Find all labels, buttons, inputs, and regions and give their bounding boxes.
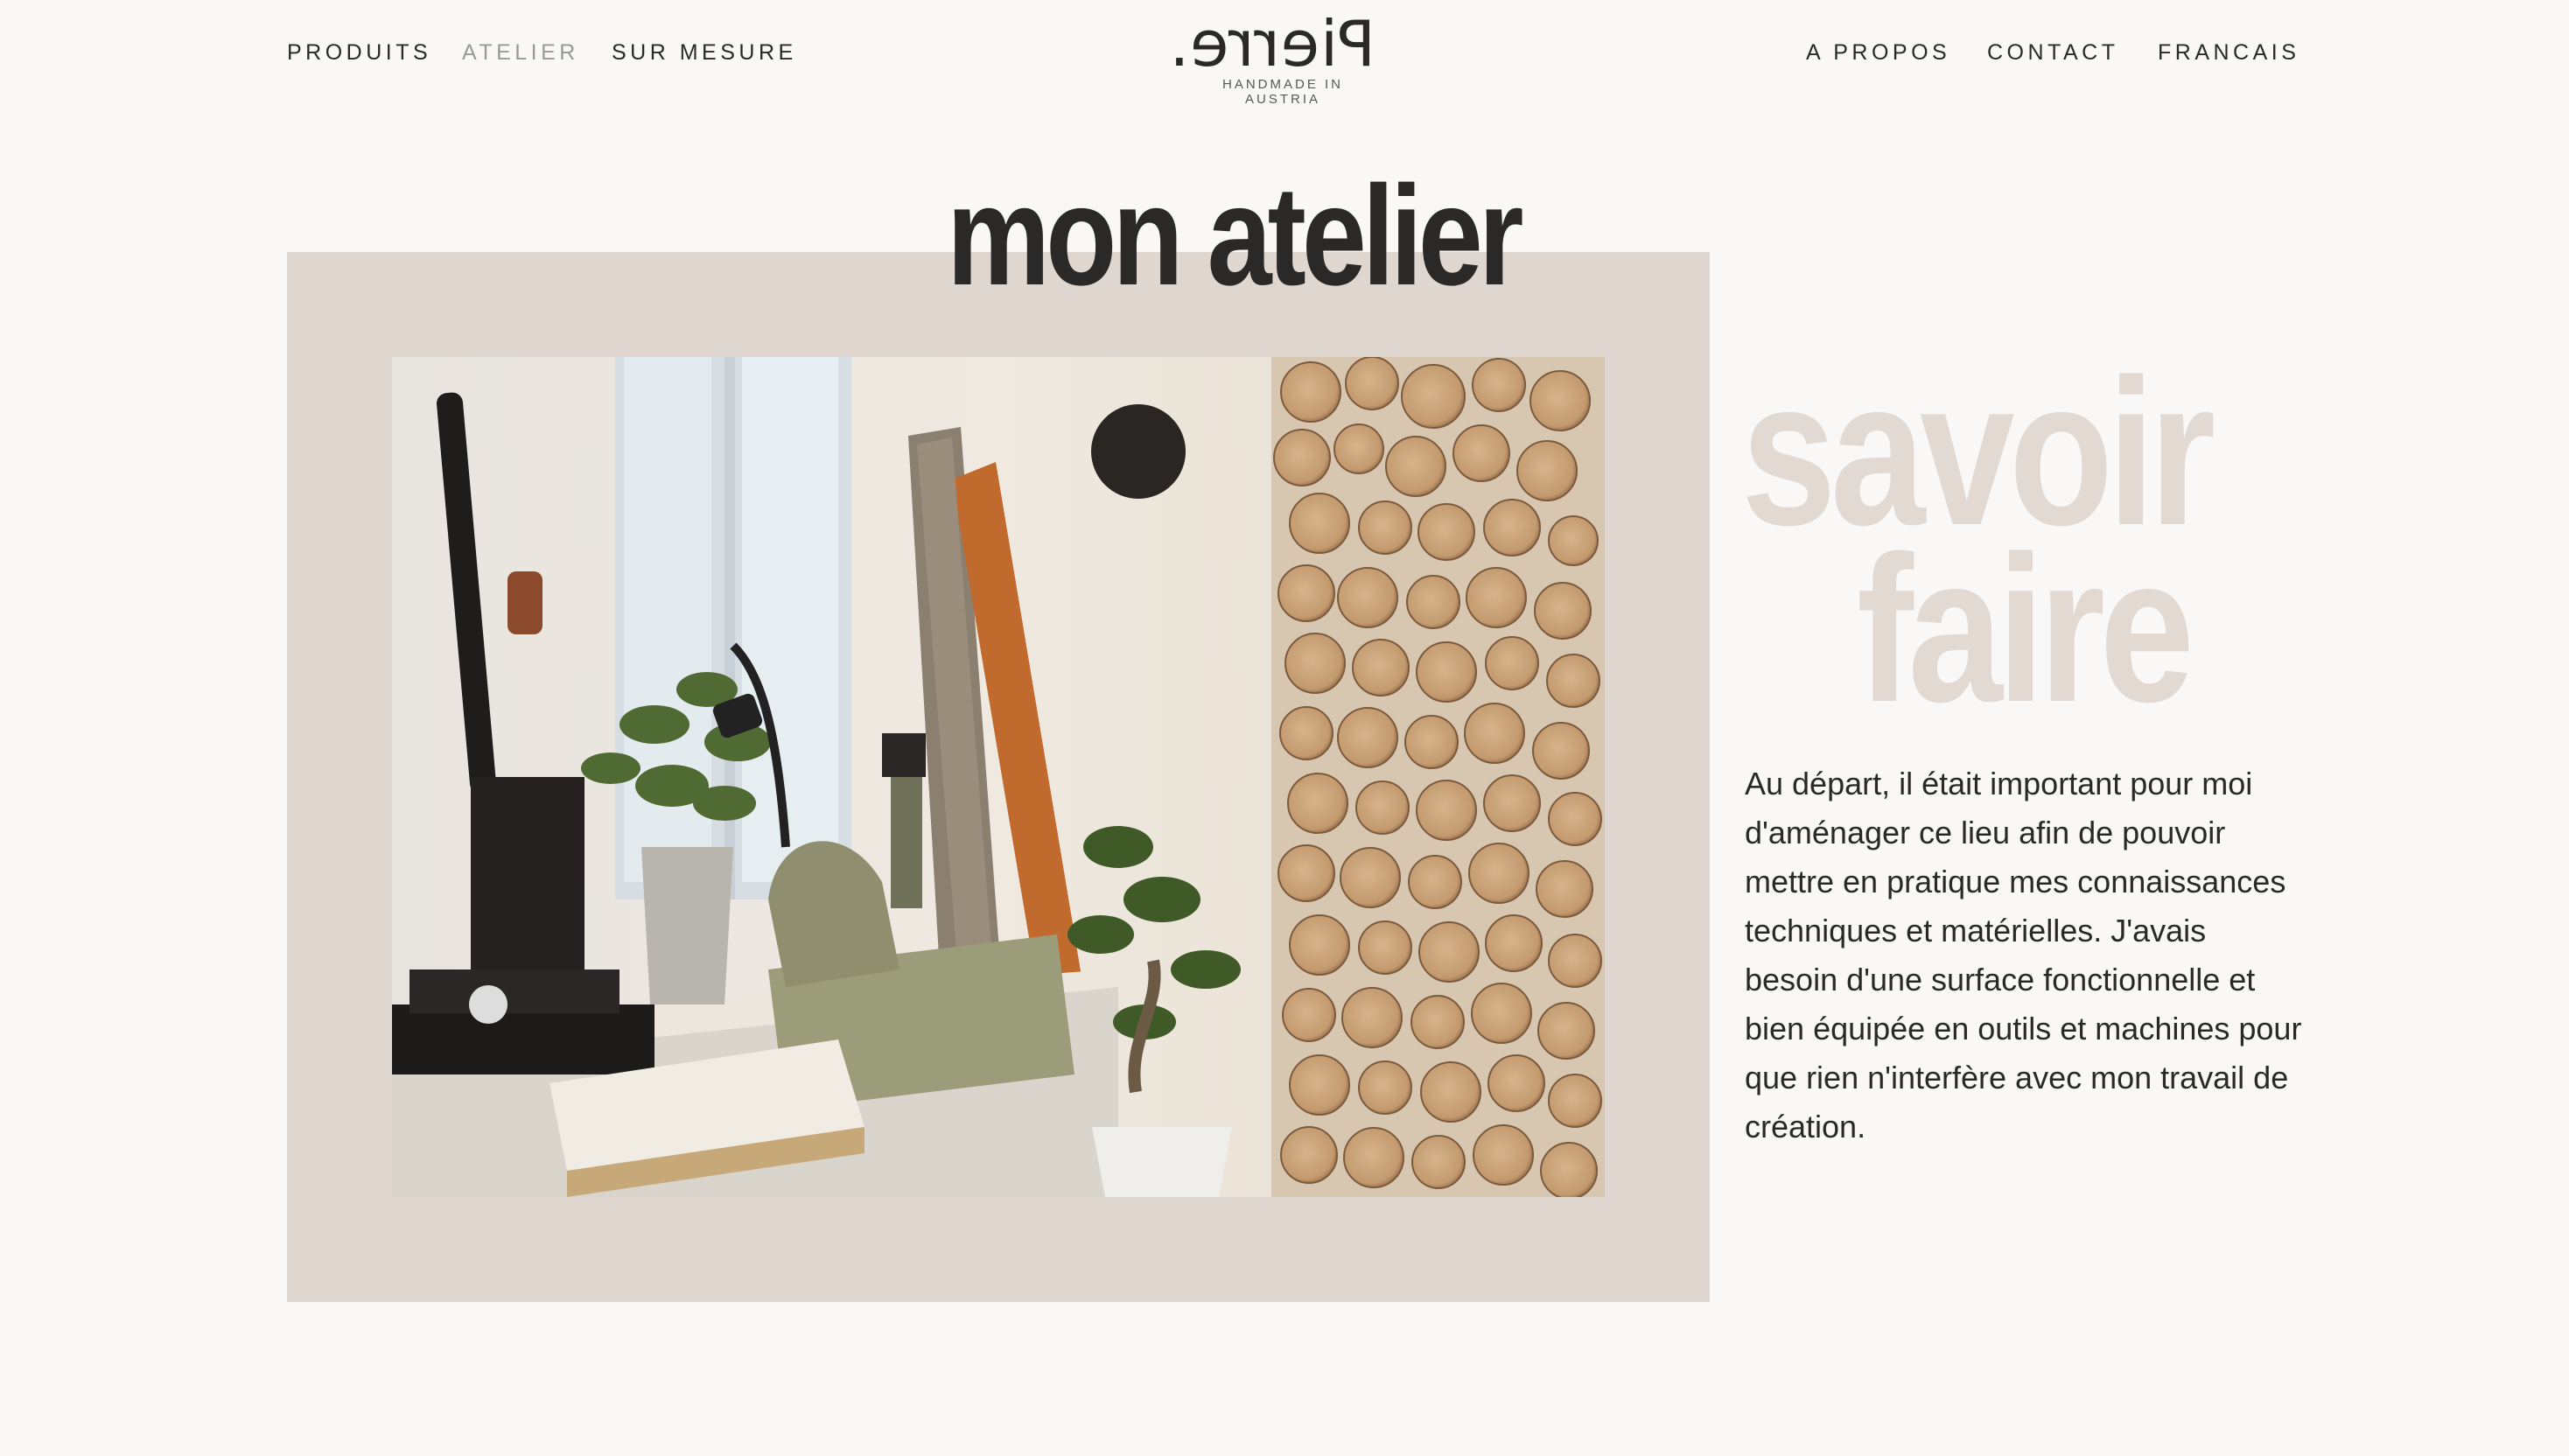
nav-contact[interactable]: CONTACT: [1987, 40, 2118, 66]
logo[interactable]: Pierre. HANDMADE IN AUSTRIA: [1168, 7, 1376, 107]
section-heading-line2: faire: [1857, 514, 2194, 746]
nav-produits[interactable]: PRODUITS: [287, 40, 431, 66]
logo-mark: Pierre.: [1168, 7, 1376, 80]
nav-sur-mesure[interactable]: SUR MESURE: [612, 40, 797, 66]
page-title: mon atelier: [947, 157, 1523, 315]
section-body-text: Au départ, il était important pour moi d…: [1745, 766, 2302, 1144]
nav-language[interactable]: FRANCAIS: [2158, 40, 2300, 66]
nav-atelier[interactable]: ATELIER: [462, 40, 579, 66]
workshop-photo: [392, 357, 1605, 1197]
logo-tagline: HANDMADE IN AUSTRIA: [1222, 77, 1343, 107]
nav-a-propos[interactable]: A PROPOS: [1806, 40, 1950, 66]
